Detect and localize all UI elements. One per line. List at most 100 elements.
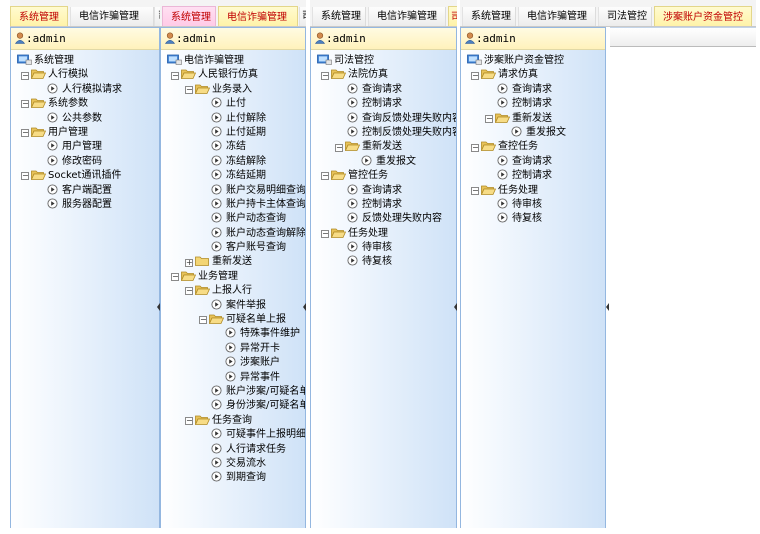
tree-item[interactable]: − 重新发送 [311, 140, 456, 154]
collapse-icon[interactable]: − [185, 284, 193, 298]
tree-item[interactable]: − 任务查询 [161, 414, 305, 428]
collapse-icon[interactable]: − [185, 414, 193, 428]
tree-item[interactable]: 止付解除 [161, 112, 305, 126]
tree-item[interactable]: 账户持卡主体查询 [161, 198, 305, 212]
collapse-icon[interactable]: − [471, 184, 479, 198]
collapse-icon[interactable]: − [321, 227, 329, 241]
tree-item[interactable]: − 管控任务 [311, 169, 456, 183]
tree-item[interactable]: 查询请求 [461, 155, 605, 169]
tree-item[interactable]: 待复核 [461, 212, 605, 226]
tree-item[interactable]: 账户动态查询解除 [161, 227, 305, 241]
tree-item[interactable]: 控制反馈处理失败内容 [311, 126, 456, 140]
tree-item[interactable]: 服务器配置 [11, 198, 159, 212]
tree-item[interactable]: 止付 [161, 97, 305, 111]
tree-item[interactable]: 涉案账户资金管控 [461, 54, 605, 68]
tree-item[interactable]: 人行请求任务 [161, 442, 305, 457]
tree-item[interactable]: 冻结 [161, 140, 305, 154]
collapse-icon[interactable]: − [21, 68, 29, 82]
tree-item[interactable]: − 用户管理 [11, 126, 159, 140]
tree-item[interactable]: − 可疑名单上报 [161, 313, 305, 327]
tree-item[interactable]: 用户管理 [11, 140, 159, 154]
tree-item[interactable]: 客户账号查询 [161, 241, 305, 255]
tree-item[interactable]: 账户动态查询 [161, 212, 305, 226]
collapse-icon[interactable]: − [21, 126, 29, 140]
collapse-icon[interactable]: − [21, 169, 29, 183]
tree-item[interactable]: 电信诈骗管理 [161, 54, 305, 68]
tree-item[interactable]: 反馈处理失败内容 [311, 212, 456, 226]
tree-item[interactable]: 控制请求 [461, 97, 605, 111]
tab-judicial[interactable]: 司 [299, 7, 306, 26]
tree-item[interactable]: + 重新发送 [161, 255, 305, 269]
tree-item[interactable]: 冻结延期 [161, 169, 305, 183]
tree-item[interactable]: 控制请求 [461, 169, 605, 183]
tree-item[interactable]: − 请求仿真 [461, 68, 605, 82]
tree-item[interactable]: 查询请求 [461, 83, 605, 97]
collapse-handle-icon[interactable] [454, 300, 457, 314]
tree-item[interactable]: − Socket通讯插件 [11, 169, 159, 183]
tree-item[interactable]: 止付延期 [161, 126, 305, 140]
collapse-icon[interactable]: − [321, 68, 329, 82]
tree-item[interactable]: 查询反馈处理失败内容 [311, 112, 456, 126]
tree-item[interactable]: 案件举报 [161, 299, 305, 313]
tab-telecom-fraud[interactable]: 电信诈骗管理 [368, 7, 446, 26]
collapse-icon[interactable]: − [171, 68, 179, 82]
tree-item[interactable]: − 业务管理 [161, 270, 305, 284]
tree-item[interactable]: 特殊事件维护 [161, 327, 305, 341]
tree-item[interactable]: 账户交易明细查询 [161, 183, 305, 198]
tab-system-management[interactable]: 系统管理 [462, 7, 516, 26]
tab-judicial[interactable]: 司 [448, 6, 457, 26]
collapse-icon[interactable]: − [471, 140, 479, 154]
collapse-handle-icon[interactable] [606, 300, 609, 314]
tree-item[interactable]: 冻结解除 [161, 155, 305, 169]
tab-telecom-fraud[interactable]: 电信诈骗管理 [70, 7, 154, 26]
tree-item[interactable]: 控制请求 [311, 198, 456, 212]
tree-item[interactable]: 控制请求 [311, 97, 456, 111]
tab-telecom-fraud[interactable]: 电信诈骗管理 [518, 7, 596, 26]
collapse-icon[interactable]: − [171, 270, 179, 284]
tree-item[interactable]: 账户涉案/可疑名单 [161, 385, 305, 399]
collapse-handle-icon[interactable] [303, 300, 306, 314]
tree-item[interactable]: − 业务录入 [161, 83, 305, 97]
tree-item[interactable]: 人行模拟请求 [11, 83, 159, 97]
tree-item[interactable]: − 任务处理 [461, 184, 605, 198]
collapse-icon[interactable]: − [485, 112, 493, 126]
tree-item[interactable]: − 上报人行 [161, 284, 305, 298]
tree-item[interactable]: − 查控任务 [461, 140, 605, 154]
tree-item[interactable]: 修改密码 [11, 155, 159, 169]
collapse-icon[interactable]: − [321, 169, 329, 183]
tree-item[interactable]: 可疑事件上报明细 [161, 428, 305, 442]
collapse-icon[interactable]: − [199, 313, 207, 327]
tree-item[interactable]: 待审核 [311, 241, 456, 255]
tab-fund-control[interactable]: 涉案账户资金管控 [654, 6, 752, 26]
expand-icon[interactable]: + [185, 255, 193, 269]
tab-telecom-fraud[interactable]: 电信诈骗管理 [218, 6, 298, 26]
tree-item[interactable]: 交易流水 [161, 457, 305, 471]
tree-item[interactable]: 重发报文 [311, 155, 456, 169]
tab-system-management[interactable]: 系统管理 [10, 6, 68, 26]
tree-item[interactable]: 异常开卡 [161, 342, 305, 356]
tab-system-management[interactable]: 系统管理 [312, 7, 366, 26]
tree-item[interactable]: 系统管理 [11, 54, 159, 68]
tree-item[interactable]: 待审核 [461, 198, 605, 212]
collapse-icon[interactable]: − [335, 140, 343, 154]
tree-item[interactable]: 公共参数 [11, 112, 159, 126]
tab-judicial[interactable]: 司法管控 [598, 7, 652, 26]
tree-item[interactable]: 查询请求 [311, 83, 456, 97]
tree-item[interactable]: − 任务处理 [311, 227, 456, 241]
tree-item[interactable]: − 重新发送 [461, 112, 605, 126]
collapse-icon[interactable]: − [185, 83, 193, 97]
tree-item[interactable]: − 人民银行仿真 [161, 68, 305, 82]
tree-item[interactable]: 身份涉案/可疑名单 [161, 399, 305, 413]
tree-item[interactable]: 待复核 [311, 255, 456, 269]
collapse-icon[interactable]: − [21, 97, 29, 111]
tree-item[interactable]: 司法管控 [311, 54, 456, 68]
tree-item[interactable]: 到期查询 [161, 471, 305, 485]
tree-item[interactable]: − 法院仿真 [311, 68, 456, 82]
tree-item[interactable]: 客户端配置 [11, 183, 159, 198]
tree-item[interactable]: 异常事件 [161, 371, 305, 385]
tab-system-management[interactable]: 系统管理 [162, 6, 216, 26]
tree-item[interactable]: − 人行模拟 [11, 68, 159, 82]
tree-item[interactable]: 涉案账户 [161, 356, 305, 370]
collapse-icon[interactable]: − [471, 68, 479, 82]
tree-item[interactable]: 查询请求 [311, 183, 456, 198]
